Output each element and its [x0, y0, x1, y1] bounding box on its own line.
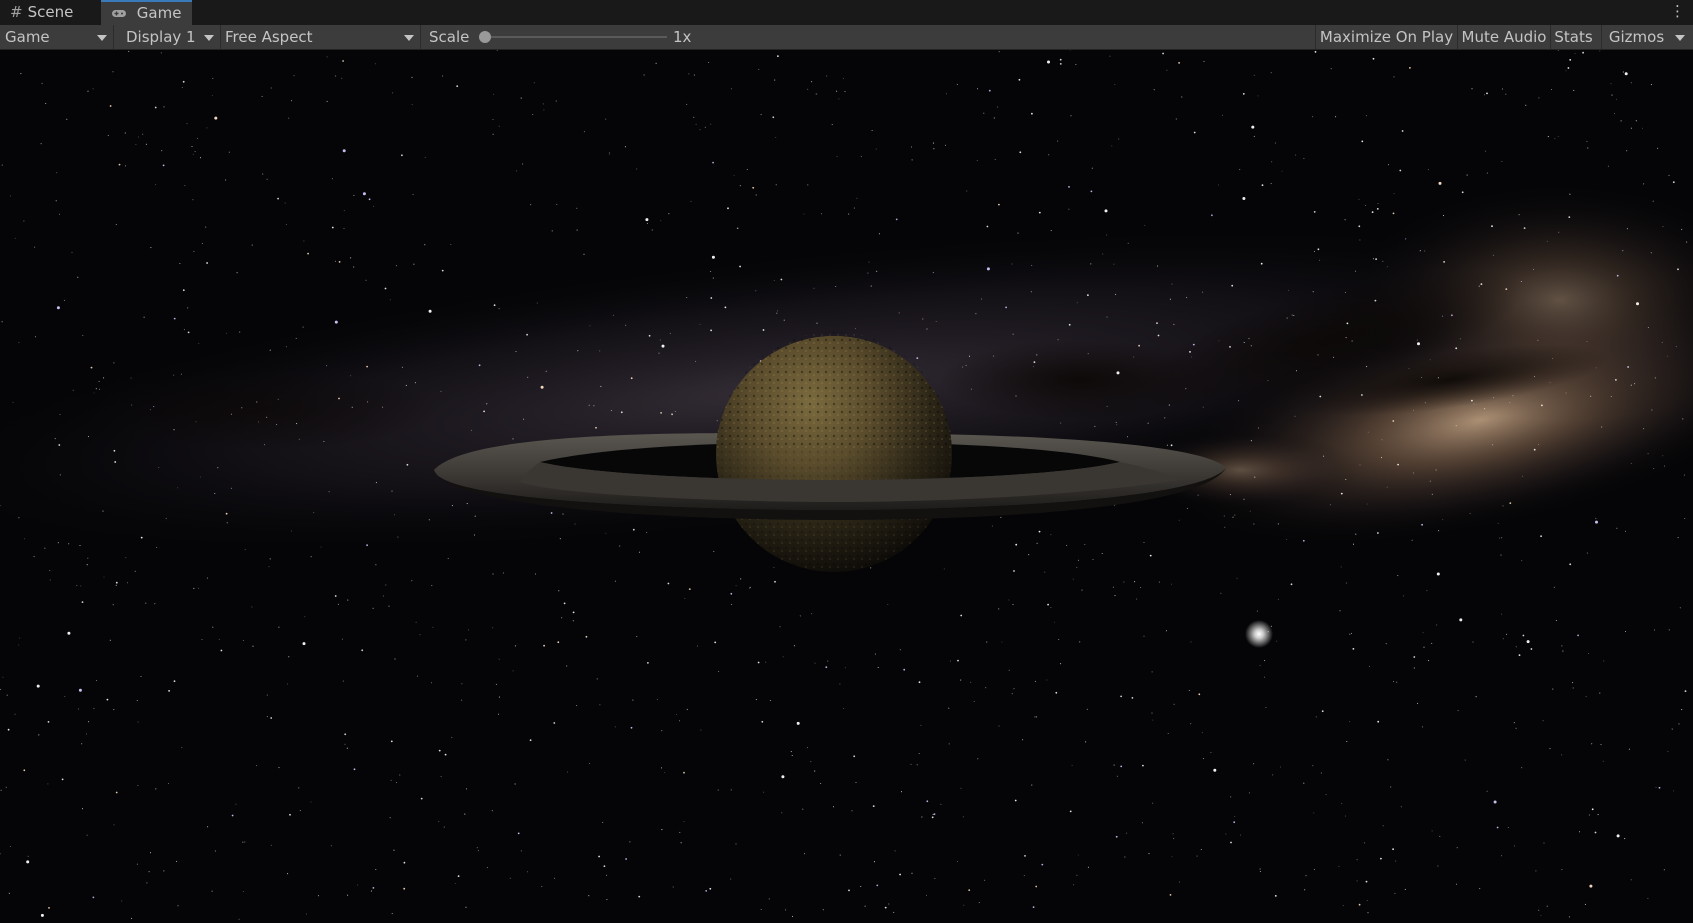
game-view-toolbar: Game Display 1 Free Aspect Scale 1x Maxi… — [0, 25, 1693, 50]
bright-star — [1245, 620, 1273, 648]
aspect-label: Free Aspect — [225, 28, 313, 46]
tab-scene[interactable]: # Scene — [0, 0, 103, 25]
chevron-down-icon — [204, 35, 214, 41]
display-label: Display 1 — [126, 28, 196, 46]
game-viewport[interactable] — [0, 50, 1693, 923]
chevron-down-icon — [404, 35, 414, 41]
scale-slider-handle[interactable] — [479, 31, 491, 43]
stats-button[interactable]: Stats — [1550, 25, 1596, 49]
game-render — [0, 50, 1693, 920]
gizmos-dropdown-icon[interactable] — [1675, 35, 1685, 41]
scale-label: Scale — [429, 28, 470, 46]
tab-scene-label: Scene — [27, 3, 74, 21]
gamepad-icon — [111, 4, 132, 22]
scale-slider-track[interactable] — [484, 36, 667, 38]
mute-audio-button[interactable]: Mute Audio — [1457, 25, 1550, 49]
view-type-dropdown[interactable]: Game — [0, 25, 114, 49]
chevron-down-icon — [97, 35, 107, 41]
window-tabbar: # Scene Game ⋮ — [0, 0, 1693, 25]
display-dropdown[interactable]: Display 1 — [116, 25, 221, 49]
more-options-icon[interactable]: ⋮ — [1670, 0, 1685, 23]
aspect-dropdown[interactable]: Free Aspect — [221, 25, 421, 49]
tab-game-label: Game — [136, 4, 182, 22]
maximize-on-play-button[interactable]: Maximize On Play — [1315, 25, 1457, 49]
gizmos-button[interactable]: Gizmos — [1601, 25, 1671, 49]
view-type-label: Game — [5, 28, 50, 46]
grid-icon: # — [10, 3, 23, 21]
tab-game[interactable]: Game — [101, 0, 192, 25]
scale-value: 1x — [673, 28, 692, 46]
